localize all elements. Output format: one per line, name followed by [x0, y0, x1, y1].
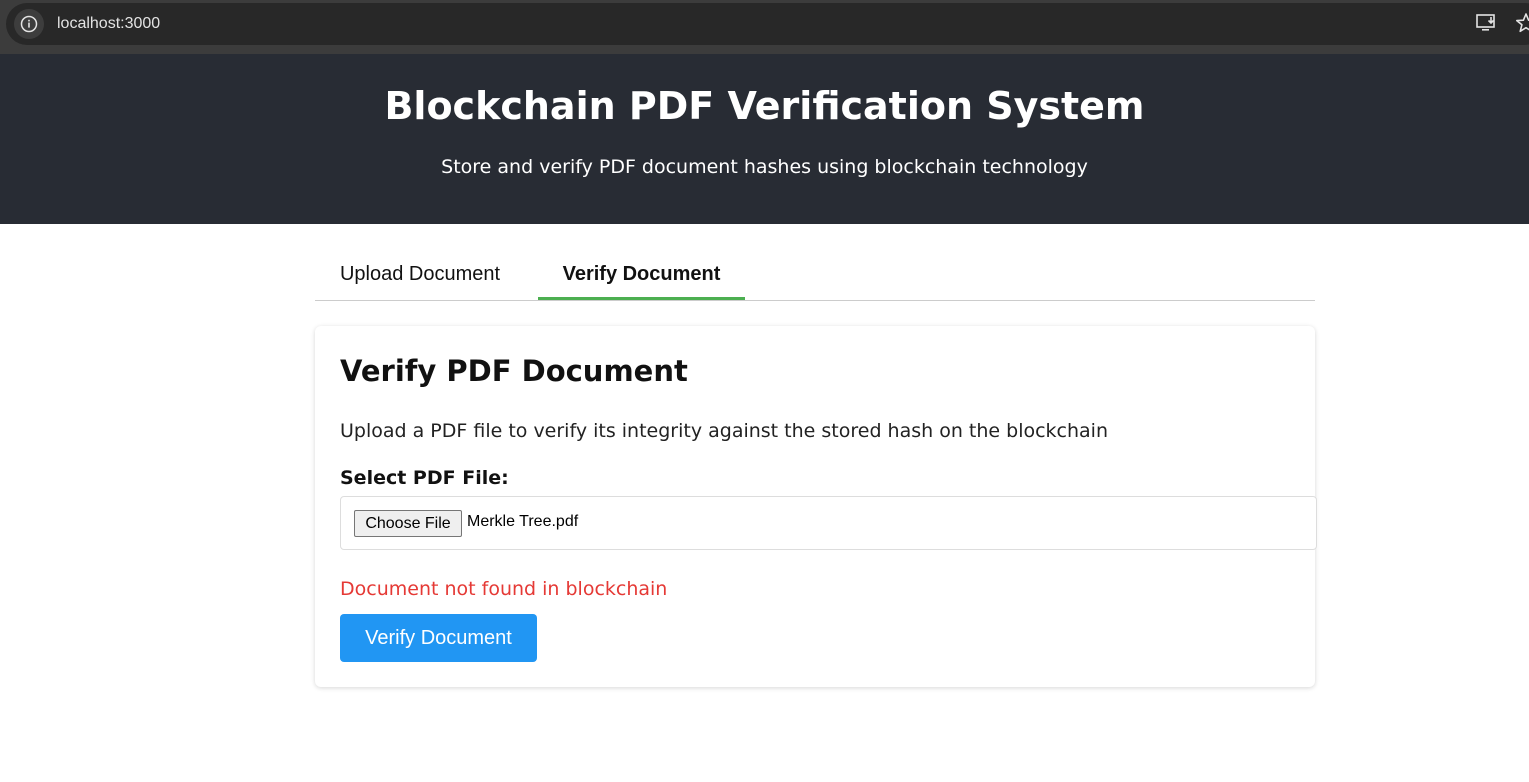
card-title: Verify PDF Document — [340, 354, 688, 388]
url-text[interactable]: localhost:3000 — [57, 15, 160, 33]
app-header: Blockchain PDF Verification System Store… — [0, 54, 1529, 224]
tab-verify-document[interactable]: Verify Document — [538, 248, 745, 300]
bookmark-star-icon[interactable] — [1515, 12, 1529, 34]
file-input[interactable]: Choose File Merkle Tree.pdf — [340, 496, 1317, 550]
install-app-icon[interactable] — [1476, 13, 1498, 33]
verify-document-button[interactable]: Verify Document — [340, 614, 537, 662]
page-title: Blockchain PDF Verification System — [384, 84, 1145, 128]
browser-toolbar: localhost:3000 — [0, 0, 1529, 54]
file-label: Select PDF File: — [340, 467, 509, 489]
info-icon[interactable] — [14, 9, 44, 39]
tab-upload-document[interactable]: Upload Document — [315, 248, 525, 300]
address-bar[interactable]: localhost:3000 — [6, 3, 1529, 45]
error-message: Document not found in blockchain — [340, 578, 668, 600]
card-description: Upload a PDF file to verify its integrit… — [340, 420, 1109, 442]
selected-file-name: Merkle Tree.pdf — [467, 513, 579, 530]
page-subtitle: Store and verify PDF document hashes usi… — [441, 156, 1088, 178]
choose-file-button[interactable]: Choose File — [354, 510, 462, 537]
verify-card: Verify PDF Document Upload a PDF file to… — [315, 326, 1317, 687]
tab-bar: Upload Document Verify Document — [315, 248, 1315, 301]
active-tab-indicator — [538, 297, 745, 300]
